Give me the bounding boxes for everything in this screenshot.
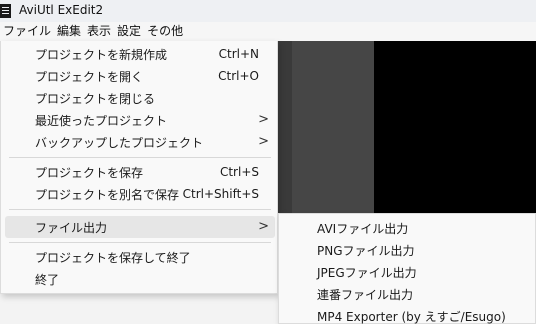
menu-separator	[9, 157, 271, 158]
shortcut-label: Ctrl+N	[218, 47, 259, 61]
menu-item-new-project[interactable]: プロジェクトを新規作成 Ctrl+N	[5, 43, 275, 65]
menu-item-label: 最近使ったプロジェクト	[35, 113, 168, 128]
menu-item-file-export[interactable]: ファイル出力 >	[5, 216, 275, 238]
shortcut-label: Ctrl+Shift+S	[182, 187, 259, 201]
menu-item-export-png[interactable]: PNGファイル出力	[283, 239, 533, 261]
menu-item-export-avi[interactable]: AVIファイル出力	[283, 217, 533, 239]
menu-item-label: プロジェクトを保存して終了	[35, 250, 191, 265]
menu-bar: ファイル 編集 表示 設定 その他	[0, 22, 536, 41]
preview-area	[374, 41, 536, 216]
menu-item-label: JPEGファイル出力	[317, 265, 417, 280]
file-menu-dropdown: プロジェクトを新規作成 Ctrl+N プロジェクトを開く Ctrl+O プロジェ…	[0, 41, 278, 294]
menu-edit[interactable]: 編集	[54, 22, 84, 41]
menu-item-label: プロジェクトを開く	[35, 69, 144, 84]
menu-other[interactable]: その他	[144, 22, 186, 41]
menu-item-close-project[interactable]: プロジェクトを閉じる	[5, 87, 275, 109]
window-title: AviUtl ExEdit2	[19, 3, 104, 17]
menu-item-save-and-exit[interactable]: プロジェクトを保存して終了	[5, 246, 275, 268]
menu-settings[interactable]: 設定	[114, 22, 144, 41]
app-icon	[0, 4, 11, 18]
menu-item-export-jpeg[interactable]: JPEGファイル出力	[283, 261, 533, 283]
menu-item-export-sequence[interactable]: 連番ファイル出力	[283, 283, 533, 305]
menu-item-recent-projects[interactable]: 最近使ったプロジェクト >	[5, 109, 275, 131]
shortcut-label: Ctrl+S	[219, 165, 259, 179]
menu-item-label: プロジェクトを別名で保存	[35, 187, 180, 202]
submenu-arrow-icon: >	[258, 219, 269, 234]
menu-item-open-project[interactable]: プロジェクトを開く Ctrl+O	[5, 65, 275, 87]
preview-margin	[292, 41, 374, 216]
menu-item-label: プロジェクトを閉じる	[35, 91, 156, 106]
menu-view[interactable]: 表示	[84, 22, 114, 41]
menu-item-label: 終了	[35, 272, 60, 287]
menu-item-label: AVIファイル出力	[317, 221, 409, 236]
menu-item-backup-projects[interactable]: バックアップしたプロジェクト >	[5, 131, 275, 153]
title-bar: AviUtl ExEdit2	[0, 0, 536, 22]
menu-item-label: PNGファイル出力	[317, 243, 415, 258]
menu-separator	[9, 242, 271, 243]
submenu-arrow-icon: >	[258, 112, 269, 127]
menu-item-save-project[interactable]: プロジェクトを保存 Ctrl+S	[5, 161, 275, 183]
menu-item-label: 連番ファイル出力	[317, 287, 414, 302]
menu-item-label: プロジェクトを保存	[35, 165, 144, 180]
file-export-submenu: AVIファイル出力 PNGファイル出力 JPEGファイル出力 連番ファイル出力 …	[278, 213, 536, 324]
submenu-arrow-icon: >	[258, 134, 269, 149]
menu-item-label: ファイル出力	[35, 220, 108, 235]
menu-file[interactable]: ファイル	[0, 22, 54, 41]
menu-item-exit[interactable]: 終了	[5, 268, 275, 290]
shortcut-label: Ctrl+O	[218, 69, 259, 83]
menu-item-label: バックアップしたプロジェクト	[35, 135, 204, 150]
app-window: AviUtl ExEdit2 ファイル 編集 表示 設定 その他 プロジェクトを…	[0, 0, 536, 324]
menu-item-label: MP4 Exporter (by えすご/Esugo)	[317, 309, 506, 324]
menu-item-label: プロジェクトを新規作成	[35, 47, 168, 62]
menu-item-export-mp4[interactable]: MP4 Exporter (by えすご/Esugo)	[283, 305, 533, 324]
menu-separator	[9, 209, 271, 210]
menu-item-save-as[interactable]: プロジェクトを別名で保存 Ctrl+Shift+S	[5, 183, 275, 205]
